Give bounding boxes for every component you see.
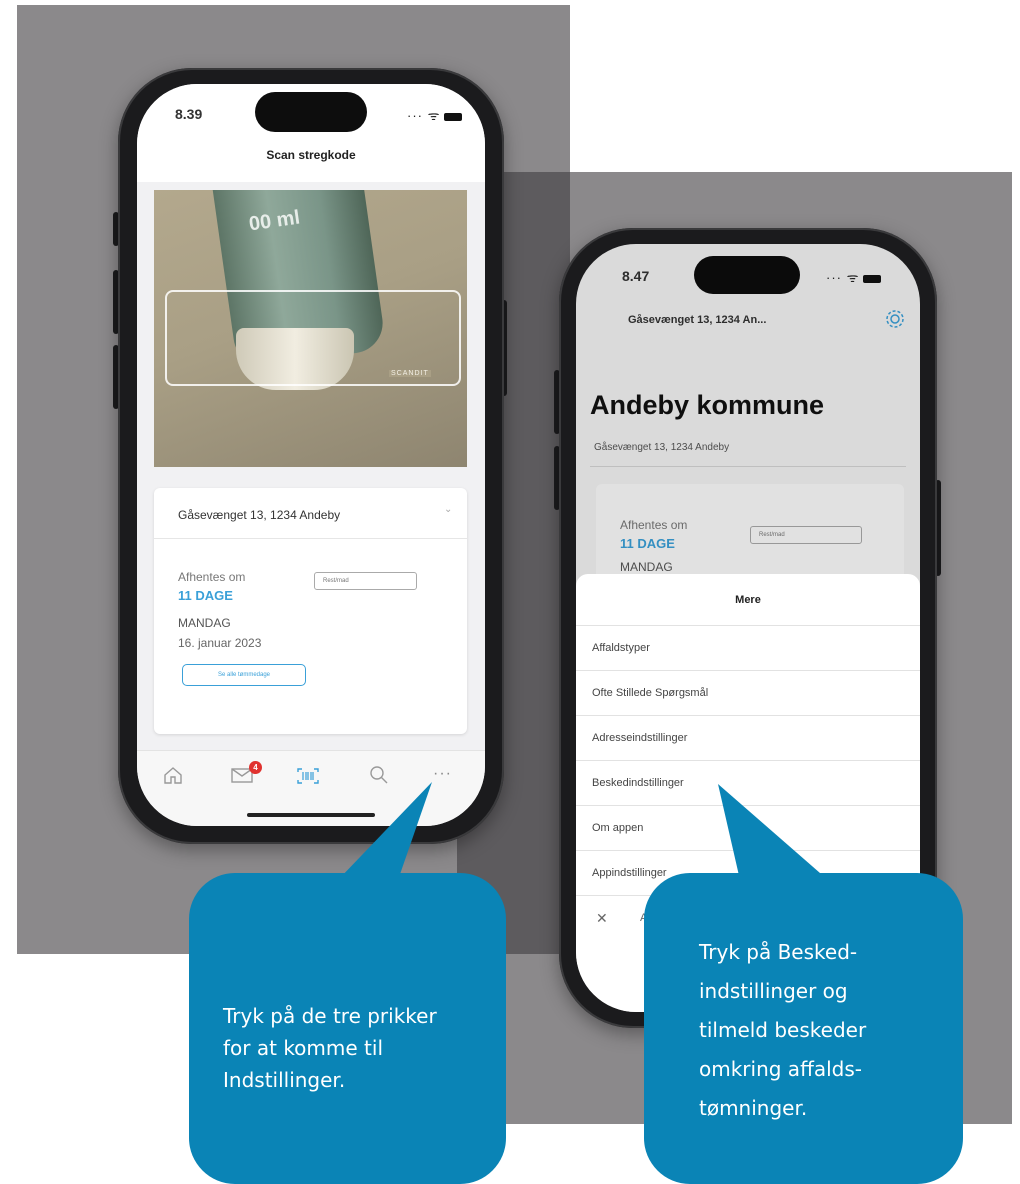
- callout-right-line-1: Tryk på Besked-: [699, 940, 858, 964]
- callout-right: Tryk på Besked- indstillinger og tilmeld…: [644, 873, 963, 1184]
- callout-right-line-4: omkring affalds-: [699, 1057, 862, 1081]
- callout-left-line-3: Indstillinger.: [223, 1068, 346, 1092]
- callout-right-line-5: tømninger.: [699, 1096, 808, 1120]
- callout-left: Tryk på de tre prikker for at komme til …: [189, 873, 506, 1184]
- callout-right-line-2: indstillinger og: [699, 979, 848, 1003]
- callout-left-line-2: for at komme til: [223, 1036, 383, 1060]
- callout-right-line-3: tilmeld beskeder: [699, 1018, 867, 1042]
- callout-left-line-1: Tryk på de tre prikker: [223, 1004, 437, 1028]
